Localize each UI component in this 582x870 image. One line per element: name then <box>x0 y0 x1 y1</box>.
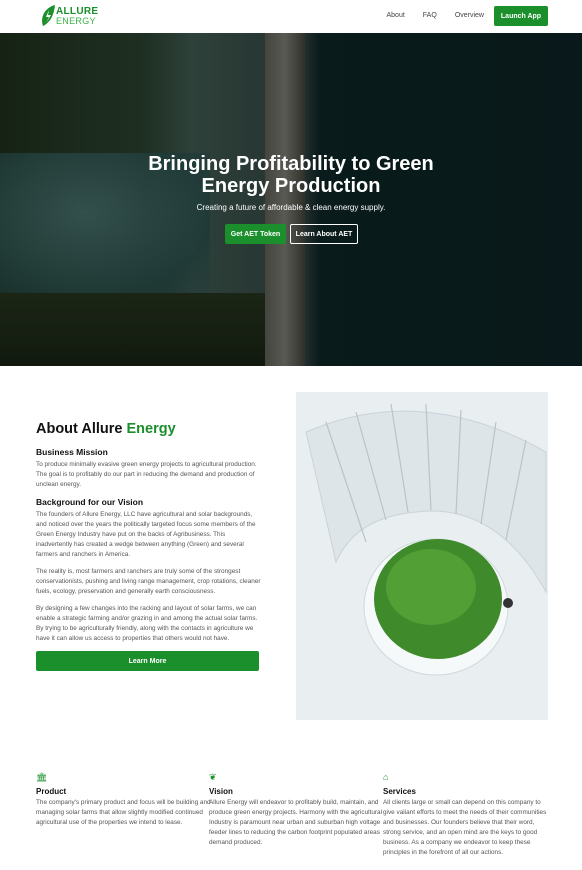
feature-text: All clients large or small can depend on… <box>383 799 547 856</box>
logo-subtext: ENERGY <box>56 15 96 26</box>
about-title-a: About Allure <box>36 421 127 437</box>
feature-title: Product <box>36 787 67 796</box>
feature-title: Vision <box>209 787 233 796</box>
about-section: About Allure Energy Business Mission To … <box>36 421 261 671</box>
vision-heading: Background for our Vision <box>36 497 144 507</box>
logo[interactable]: ALLURE ENERGY <box>40 4 98 28</box>
feature-vision: ❦ Vision Allure Energy will endeavor to … <box>209 772 384 848</box>
launch-app-button[interactable]: Launch App <box>494 6 548 26</box>
hero-overlay <box>0 33 582 366</box>
mission-heading: Business Mission <box>36 447 108 457</box>
top-nav: ALLURE ENERGY About FAQ Overview Launch … <box>0 0 582 33</box>
get-token-button[interactable]: Get AET Token <box>225 224 286 244</box>
nav-faq[interactable]: FAQ <box>423 12 437 19</box>
staircase-photo <box>296 392 548 720</box>
bank-icon: 🏛︎ <box>36 772 48 782</box>
about-title-accent: Energy <box>126 421 176 437</box>
about-title: About Allure Energy <box>36 421 261 437</box>
feature-title: Services <box>383 787 416 796</box>
nav-overview[interactable]: Overview <box>455 12 484 19</box>
feature-services: ⌂ Services All clients large or small ca… <box>383 772 553 858</box>
nav-about[interactable]: About <box>387 12 405 19</box>
feature-product: 🏛︎ Product The company's primary product… <box>36 772 211 828</box>
learn-about-aet-button[interactable]: Learn About AET <box>290 224 358 244</box>
feature-text: Allure Energy will endeavor to profitabl… <box>209 799 382 846</box>
leaf-bolt-icon <box>42 5 55 26</box>
mission-text: To produce minimally evasive green energ… <box>36 461 257 488</box>
home-icon: ⌂ <box>383 772 389 782</box>
feature-text: The company's primary product and focus … <box>36 799 211 826</box>
logo-text: ALLURE <box>56 5 99 17</box>
learn-more-button[interactable]: Learn More <box>36 651 259 671</box>
vision-paragraph: The founders of Allure Energy, LLC have … <box>36 511 256 558</box>
vision-paragraph: By designing a few changes into the rack… <box>36 605 258 642</box>
hero-subtitle: Creating a future of affordable & clean … <box>196 203 386 212</box>
seedling-icon: ❦ <box>209 772 217 782</box>
hero-title: Bringing Profitability to Green Energy P… <box>148 153 434 197</box>
vision-paragraph: The reality is, most farmers and rancher… <box>36 568 261 595</box>
hero-section: Bringing Profitability to Green Energy P… <box>0 33 582 366</box>
